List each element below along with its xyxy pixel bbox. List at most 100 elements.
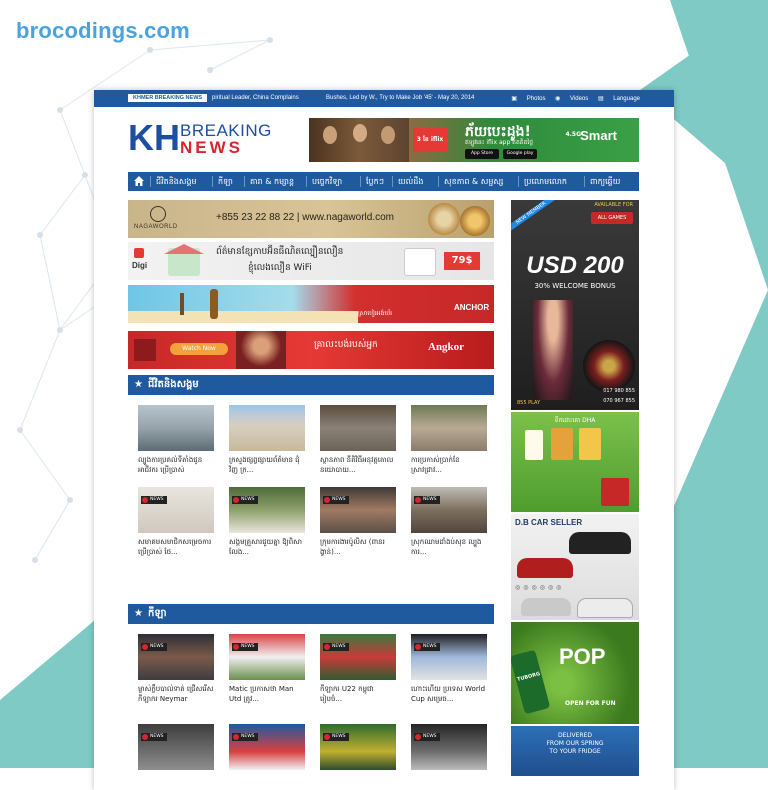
nav-item-novel[interactable]: ប្រលោមលោក [524,176,567,187]
website-screenshot: KHMER BREAKING NEWS piritual Leader, Chi… [94,90,674,790]
news-thumbnail [320,724,396,770]
section-title: កីឡា [148,608,167,619]
food-bowl-image [428,203,460,235]
car-image [569,532,631,554]
nav-divider [212,176,213,187]
news-badge: NEWS [414,496,440,504]
tuborg-ad[interactable]: TUBORG POP OPEN FOR FUN [511,622,639,724]
nav-item-health[interactable]: សុខភាព & សម្ផស្ស [444,176,503,187]
tuborg-can-image [511,649,551,715]
digi-banner[interactable]: Digi ព័ត៌មានខ្សែកាបអ៊ីនធឺណិតល្បឿនលឿន ខ្ញ… [128,242,494,280]
home-icon[interactable] [134,176,144,186]
casino-tagline: AVAILABLE FOR [594,202,633,208]
ad-subtitle: ឥឡូវនេះ iflix app ឥតគិតថ្លៃ [465,139,534,146]
news-caption: សង្គមគ្រួសារជួយគ្នា ឱ្យពិសាលែង... [229,538,303,556]
nav-divider [392,176,393,187]
food-bowl-image [460,206,490,236]
beer-bottle-image [210,289,218,319]
car-seller-ad[interactable]: D.B CAR SELLER ◎◎◎◎◎◎ [511,514,639,620]
logo-news: NEWS [180,138,243,157]
news-thumbnail [229,634,305,680]
casino-phone: 017 980 855 [603,388,635,394]
anchor-text: ស្រាបៀរអង់ឃ័រ [358,310,393,317]
news-thumbnail [320,634,396,680]
product-pack-image [601,478,629,506]
news-caption: ក្រសួងផ្សព្វផ្សាយព័ត៌មាន ជុំវិញ ក្រ... [229,456,300,474]
news-thumbnail [229,487,305,533]
star-icon: ★ [134,379,143,390]
header-ad-banner[interactable]: 3 ខែ iflix ភ័យបេះដូង! ឥឡូវនេះ iflix app … [309,118,639,162]
milk-box-image [579,428,601,460]
tuborg-pop: POP [559,644,606,669]
nav-divider [584,176,585,187]
nagaworld-contact: +855 23 22 88 22 | www.nagaworld.com [216,212,394,223]
dha-milk-ad[interactable]: ទឹកដោះគោ DHA [511,412,639,512]
delivery-line: DELIVERED [558,732,592,739]
angkor-brand: Angkor [428,341,465,353]
news-caption: Matic ប្រកាសថា Man Utd ត្រូវ... [229,685,294,703]
photos-link[interactable]: ▣ Photos [511,96,545,102]
section-header-sport[interactable]: ★ កីឡា [128,604,494,624]
news-caption: ក្រុមការងារប៉ូលិស (ពានរង្វាន់)... [320,538,385,556]
house-roof [164,244,204,254]
nav-item-quiz[interactable]: ពាក្យឆ្លើយ [590,176,620,187]
nav-item-sport[interactable]: កីឡា [218,176,233,187]
watch-now-button[interactable]: Watch Now [170,343,228,355]
site-header-logo[interactable]: KH BREAKING NEWS [128,120,288,160]
top-bar: KHMER BREAKING NEWS piritual Leader, Chi… [94,90,674,107]
news-thumbnail [138,487,214,533]
ticker-item[interactable]: Bushes, Led by W., Try to Make Job '45' … [326,95,474,101]
water-delivery-ad[interactable]: DELIVERED FROM OUR SPRING TO YOUR FRIDGE [511,726,639,776]
digi-brand: Digi [132,261,148,270]
news-badge: NEWS [323,496,349,504]
breaking-label: KHMER BREAKING NEWS [128,94,208,102]
news-badge: NEWS [323,733,349,741]
news-thumbnail [138,634,214,680]
news-caption: ម្ចាស់ក្លឹបបាល់ទាត់ ជ្រើសរើសកីឡាករ Neyma… [138,685,214,703]
nav-divider [150,176,151,187]
ticker-item[interactable]: piritual Leader, China Complains [212,95,299,101]
new-member-ribbon: NEW MEMBER [511,200,558,233]
angkor-headline: គ្រាលះបង់របស់អ្នក [314,340,378,350]
news-thumbnail [411,634,487,680]
router-image [404,248,436,276]
nav-item-strange[interactable]: ប្លែកៗ [366,176,384,187]
casino-brand: 855 PLAY [517,400,541,406]
app-store-badge: App Store [465,149,499,159]
top-links: ▣ Photos ◉ Videos ▤ Language [503,95,640,102]
videos-label: Videos [570,96,589,102]
anchor-banner[interactable]: ស្រាបៀរអង់ឃ័រ ANCHOR [128,285,494,323]
all-games-button[interactable]: ALL GAMES [591,212,633,224]
nav-item-knowledge[interactable]: យល់ដឹង [398,176,423,187]
news-caption: ស្រុកឈាមដាំងប់សុខ ល្បួងការ... [411,538,482,556]
nagaworld-emblem [150,206,166,222]
digi-price: 79$ [444,252,480,270]
news-thumbnail [411,724,487,770]
angkor-banner[interactable]: Watch Now គ្រាលះបង់របស់អ្នក Angkor [128,331,494,369]
digi-headline: ព័ត៌មានខ្សែកាបអ៊ីនធឺណិតល្បឿនលឿន [216,247,344,257]
car-seller-title: D.B CAR SELLER [515,518,583,527]
ad-badge: 3 ខែ iflix [413,128,447,152]
news-caption: ស្ថានភាព នីតិវិធីអនុវត្តគោលនយោបាយ... [320,456,394,474]
nav-divider [244,176,245,187]
nav-item-entertainment[interactable]: តារា & កម្សាន្ត [250,176,294,187]
news-badge: NEWS [232,733,258,741]
casino-bonus: 30% WELCOME BONUS [534,282,616,290]
site-logo[interactable]: brocodings.com [16,18,190,44]
anchor-brand: ANCHOR [454,303,490,312]
casino-ad[interactable]: NEW MEMBER AVAILABLE FOR ALL GAMES USD 2… [511,200,639,410]
news-badge: NEWS [141,733,167,741]
nav-item-society[interactable]: ជីវិតនិងសង្គម [156,176,197,187]
news-caption: ហោះហើយ ប្រទេស World Cup សម្រេច... [411,685,486,703]
milk-box-image [551,428,573,460]
google-play-badge: Google play [503,149,537,159]
nagaworld-banner[interactable]: NAGAWORLD +855 23 22 88 22 | www.nagawor… [128,200,494,238]
news-badge: NEWS [141,496,167,504]
language-link[interactable]: ▤ Language [598,96,640,102]
nav-item-technology[interactable]: បច្ចេកវិទ្យា [312,176,342,187]
section-header-society[interactable]: ★ ជីវិតនិងសង្គម [128,375,494,395]
news-caption: សមាគមសមាជិកសម្រេចការ ប្រើប្រាស់ ថែ... [138,538,212,556]
news-thumbnail [229,405,305,451]
videos-link[interactable]: ◉ Videos [555,96,588,102]
delivery-line: TO YOUR FRIDGE [549,748,601,755]
